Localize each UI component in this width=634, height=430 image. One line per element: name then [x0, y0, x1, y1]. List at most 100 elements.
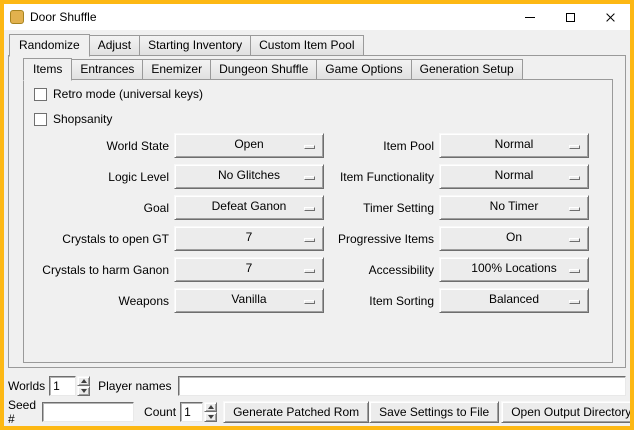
retro-mode-row: Retro mode (universal keys): [34, 86, 203, 102]
dropdown-indicator-icon: [304, 176, 315, 180]
minimize-button[interactable]: [510, 4, 550, 30]
worlds-spinbox[interactable]: 1: [49, 376, 90, 396]
spin-down-button[interactable]: [204, 412, 217, 422]
dropdown-indicator-icon: [304, 300, 315, 304]
seed-row: Seed # Count 1 Generate Patched Rom Save…: [8, 401, 626, 423]
crystals-gt-label: Crystals to open GT: [24, 232, 169, 246]
tab-custom-item-pool[interactable]: Custom Item Pool: [250, 35, 363, 56]
close-button[interactable]: [590, 4, 630, 30]
caption-buttons: [510, 4, 630, 30]
crystals-ganon-label: Crystals to harm Ganon: [24, 263, 169, 277]
dropdown-indicator-icon: [304, 269, 315, 273]
shopsanity-checkbox[interactable]: [34, 113, 47, 126]
item-functionality-label: Item Functionality: [324, 170, 434, 184]
world-state-value: Open: [234, 137, 263, 151]
option-row: Crystals to open GT 7 Progressive Items …: [24, 226, 612, 251]
weapons-dropdown[interactable]: Vanilla: [174, 288, 324, 313]
item-sorting-label: Item Sorting: [324, 294, 434, 308]
item-sorting-dropdown[interactable]: Balanced: [439, 288, 589, 313]
arrow-up-icon: [81, 379, 87, 383]
randomize-pane: Items Entrances Enemizer Dungeon Shuffle…: [8, 55, 626, 368]
option-row: Weapons Vanilla Item Sorting Balanced: [24, 288, 612, 313]
goal-value: Defeat Ganon: [212, 199, 287, 213]
progressive-items-dropdown[interactable]: On: [439, 226, 589, 251]
dropdown-indicator-icon: [569, 176, 580, 180]
dropdown-indicator-icon: [569, 300, 580, 304]
progressive-items-label: Progressive Items: [324, 232, 434, 246]
weapons-value: Vanilla: [231, 292, 266, 306]
option-row: Goal Defeat Ganon Timer Setting No Timer: [24, 195, 612, 220]
count-spinbox[interactable]: 1: [180, 402, 217, 422]
arrow-down-icon: [81, 389, 87, 393]
main-tab-bar: Randomize Adjust Starting Inventory Cust…: [9, 34, 364, 56]
save-settings-button[interactable]: Save Settings to File: [369, 401, 499, 423]
option-row: World State Open Item Pool Normal: [24, 133, 612, 158]
tab-items[interactable]: Items: [23, 58, 72, 81]
accessibility-dropdown[interactable]: 100% Locations: [439, 257, 589, 282]
worlds-spin-arrows: [77, 376, 90, 396]
option-row: Crystals to harm Ganon 7 Accessibility 1…: [24, 257, 612, 282]
spin-up-button[interactable]: [204, 402, 217, 412]
logic-level-value: No Glitches: [218, 168, 280, 182]
count-spin-arrows: [204, 402, 217, 422]
retro-mode-label: Retro mode (universal keys): [53, 87, 203, 101]
dropdown-indicator-icon: [569, 207, 580, 211]
weapons-label: Weapons: [24, 294, 169, 308]
maximize-button[interactable]: [550, 4, 590, 30]
tab-randomize[interactable]: Randomize: [9, 34, 90, 57]
shopsanity-row: Shopsanity: [34, 111, 112, 127]
item-sorting-value: Balanced: [489, 292, 539, 306]
app-icon: [10, 10, 24, 24]
dropdown-indicator-icon: [569, 269, 580, 273]
accessibility-label: Accessibility: [324, 263, 434, 277]
randomize-tab-bar: Items Entrances Enemizer Dungeon Shuffle…: [23, 58, 523, 80]
worlds-row: Worlds 1 Player names: [8, 375, 626, 397]
item-functionality-dropdown[interactable]: Normal: [439, 164, 589, 189]
retro-mode-checkbox[interactable]: [34, 88, 47, 101]
tab-adjust[interactable]: Adjust: [89, 35, 140, 56]
spin-down-button[interactable]: [77, 386, 90, 396]
arrow-down-icon: [208, 415, 214, 419]
timer-setting-dropdown[interactable]: No Timer: [439, 195, 589, 220]
crystals-ganon-value: 7: [246, 261, 253, 275]
logic-level-dropdown[interactable]: No Glitches: [174, 164, 324, 189]
crystals-gt-dropdown[interactable]: 7: [174, 226, 324, 251]
option-row: Logic Level No Glitches Item Functionali…: [24, 164, 612, 189]
dropdown-indicator-icon: [569, 238, 580, 242]
progressive-items-value: On: [506, 230, 522, 244]
items-pane: Retro mode (universal keys) Shopsanity W…: [23, 79, 613, 363]
accessibility-value: 100% Locations: [471, 261, 556, 275]
open-output-button[interactable]: Open Output Directory: [501, 401, 634, 423]
tab-starting-inventory[interactable]: Starting Inventory: [139, 35, 251, 56]
tab-generation-setup[interactable]: Generation Setup: [411, 59, 523, 80]
count-value[interactable]: 1: [180, 402, 203, 422]
timer-setting-label: Timer Setting: [324, 201, 434, 215]
tab-enemizer[interactable]: Enemizer: [142, 59, 211, 80]
window-title: Door Shuffle: [30, 10, 97, 24]
crystals-ganon-dropdown[interactable]: 7: [174, 257, 324, 282]
player-names-label: Player names: [98, 379, 171, 393]
item-pool-dropdown[interactable]: Normal: [439, 133, 589, 158]
seed-label: Seed #: [8, 398, 36, 426]
spin-up-button[interactable]: [77, 376, 90, 386]
generate-rom-button[interactable]: Generate Patched Rom: [223, 401, 369, 423]
logic-level-label: Logic Level: [24, 170, 169, 184]
crystals-gt-value: 7: [246, 230, 253, 244]
tab-dungeon-shuffle[interactable]: Dungeon Shuffle: [210, 59, 317, 80]
maximize-icon: [566, 13, 575, 22]
item-pool-value: Normal: [495, 137, 534, 151]
player-names-input[interactable]: [178, 376, 627, 396]
arrow-up-icon: [208, 405, 214, 409]
worlds-label: Worlds: [8, 379, 45, 393]
dropdown-indicator-icon: [304, 207, 315, 211]
tab-game-options[interactable]: Game Options: [316, 59, 411, 80]
world-state-dropdown[interactable]: Open: [174, 133, 324, 158]
item-functionality-value: Normal: [495, 168, 534, 182]
goal-label: Goal: [24, 201, 169, 215]
seed-input[interactable]: [42, 402, 134, 422]
goal-dropdown[interactable]: Defeat Ganon: [174, 195, 324, 220]
minimize-icon: [525, 17, 535, 18]
worlds-value[interactable]: 1: [49, 376, 76, 396]
timer-setting-value: No Timer: [490, 199, 539, 213]
tab-entrances[interactable]: Entrances: [71, 59, 143, 80]
